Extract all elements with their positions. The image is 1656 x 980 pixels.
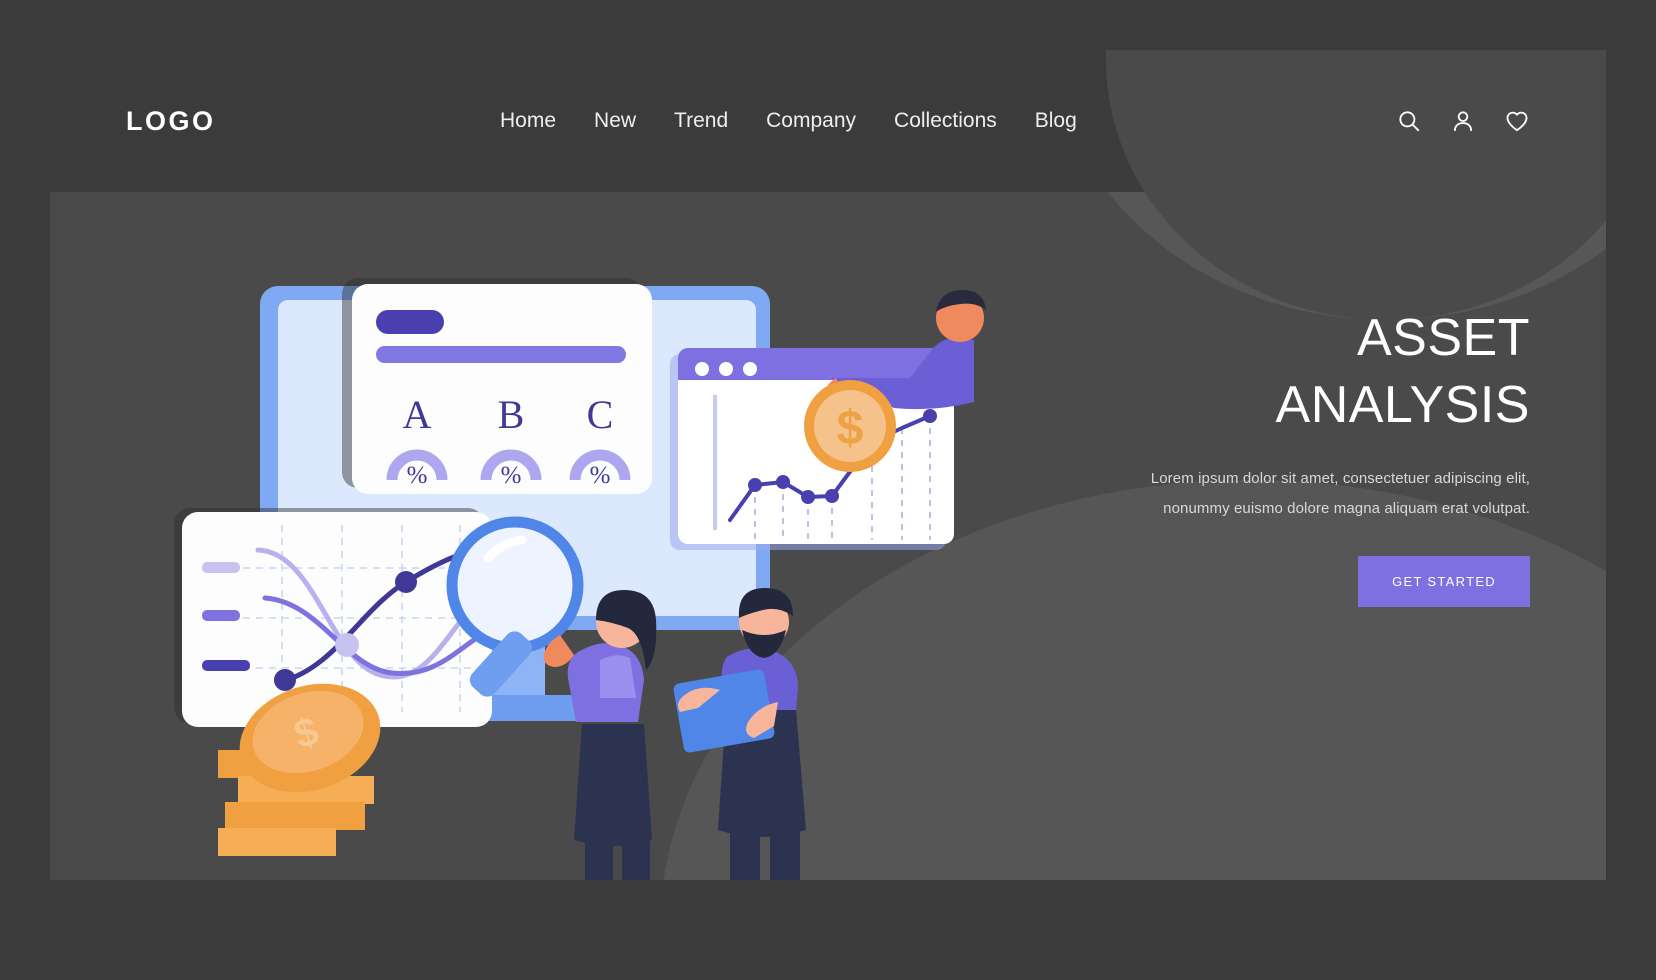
heart-icon[interactable] (1504, 108, 1530, 134)
page-title: ASSET ANALYSIS (1110, 305, 1530, 438)
gauge-card: A B C % % % (352, 284, 652, 494)
nav-item-blog[interactable]: Blog (1035, 109, 1077, 133)
search-icon[interactable] (1396, 108, 1422, 134)
chart-point-3 (335, 633, 359, 657)
illustration-svg: A B C % % % $ $ (174, 278, 986, 880)
gauge-unit-c: % (590, 462, 611, 489)
hero-section: LOGO Home New Trend Company Collections … (50, 50, 1606, 880)
gauge-label-b: B (498, 392, 525, 437)
window-dot-2[interactable] (719, 362, 733, 376)
chart-point-1 (274, 669, 296, 691)
title-line-2: ANALYSIS (1275, 375, 1530, 434)
navbar: LOGO Home New Trend Company Collections … (50, 50, 1606, 192)
nav-icons (1396, 108, 1530, 134)
character-man-tablet (673, 588, 806, 880)
logo[interactable]: LOGO (126, 106, 216, 137)
nav-item-home[interactable]: Home (500, 109, 556, 133)
nav-links: Home New Trend Company Collections Blog (500, 109, 1077, 133)
illustration: A B C % % % $ $ (130, 190, 1030, 880)
chart-point-2 (395, 571, 417, 593)
gauge-unit-a: % (407, 462, 428, 489)
title-line-1: ASSET (1357, 309, 1530, 367)
nav-item-trend[interactable]: Trend (674, 109, 728, 133)
window-dot-3[interactable] (743, 362, 757, 376)
nav-item-new[interactable]: New (594, 109, 636, 133)
gauge-label-c: C (587, 392, 614, 437)
page-root: LOGO Home New Trend Company Collections … (0, 0, 1656, 980)
hero-description: Lorem ipsum dolor sit amet, consectetuer… (1150, 470, 1530, 518)
legend-swatch-1 (202, 562, 240, 573)
legend-swatch-3 (202, 660, 250, 671)
gauge-unit-b: % (501, 462, 522, 489)
coin-symbol: $ (837, 402, 864, 455)
hero-text-column: ASSET ANALYSIS Lorem ipsum dolor sit ame… (1110, 305, 1530, 608)
window-dot-1[interactable] (695, 362, 709, 376)
legend-swatch-2 (202, 610, 240, 621)
gauge-label-a: A (403, 392, 432, 437)
get-started-button[interactable]: GET STARTED (1358, 556, 1530, 608)
nav-item-collections[interactable]: Collections (894, 109, 997, 133)
nav-item-company[interactable]: Company (766, 109, 856, 133)
dollar-coin-large: $ (804, 380, 896, 472)
user-icon[interactable] (1450, 108, 1476, 134)
